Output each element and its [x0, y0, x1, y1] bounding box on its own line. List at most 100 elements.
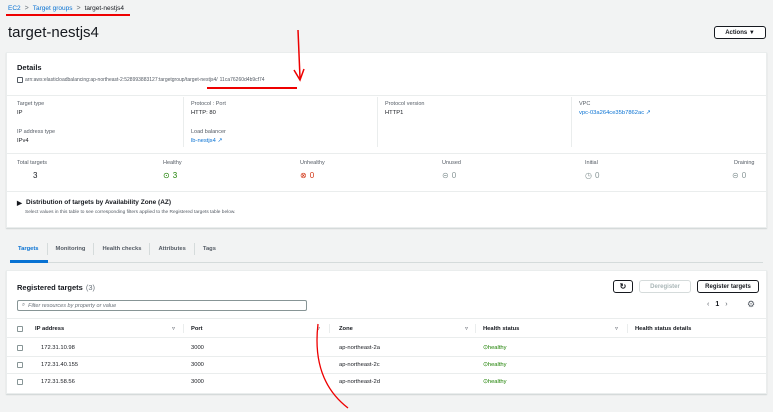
- draining-value: 0: [741, 171, 747, 180]
- healthy-count[interactable]: ⊙ 3: [163, 171, 177, 180]
- circle-icon: ⊝: [442, 171, 449, 180]
- unhealthy-count[interactable]: ⊗ 0: [300, 171, 314, 180]
- distribution-expander[interactable]: ▶ Distribution of targets by Availability…: [17, 199, 171, 207]
- tab-active-indicator: [10, 260, 48, 263]
- distribution-description: Select values in this table to see corre…: [25, 210, 236, 215]
- sort-icon[interactable]: ▿: [615, 325, 618, 332]
- target-type-value: IP: [17, 110, 23, 116]
- health-text: healthy: [487, 379, 507, 385]
- breadcrumb-target-groups[interactable]: Target groups: [33, 5, 73, 12]
- row-checkbox[interactable]: [17, 379, 23, 385]
- column-header-health[interactable]: Health status: [483, 326, 519, 332]
- tab-targets[interactable]: Targets: [10, 243, 48, 255]
- cell-health: ⊙healthy: [483, 362, 507, 368]
- registered-targets-count: (3): [85, 283, 96, 292]
- health-text: healthy: [487, 345, 507, 351]
- caret-right-icon: ▶: [17, 200, 22, 207]
- draining-count[interactable]: ⊝ 0: [732, 171, 746, 180]
- total-targets-label: Total targets: [17, 160, 47, 166]
- protocol-version-label: Protocol version: [385, 101, 425, 107]
- clock-icon: ◷: [585, 171, 592, 180]
- unhealthy-label: Unhealthy: [300, 160, 325, 166]
- next-page-icon[interactable]: ›: [725, 301, 727, 308]
- registered-targets-panel: Registered targets (3) ↻ Deregister Regi…: [6, 270, 767, 394]
- breadcrumb-ec2[interactable]: EC2: [8, 5, 21, 12]
- deregister-button[interactable]: Deregister: [639, 280, 691, 293]
- ip-type-value: IPv4: [17, 138, 29, 144]
- divider: [475, 324, 476, 333]
- unused-value: 0: [451, 171, 457, 180]
- sort-icon[interactable]: ▿: [172, 325, 175, 332]
- vpc-label: VPC: [579, 101, 591, 107]
- tab-monitoring[interactable]: Monitoring: [48, 243, 95, 255]
- select-all-checkbox[interactable]: [17, 326, 23, 332]
- x-circle-icon: ⊗: [300, 171, 307, 180]
- external-link-icon: ↗: [645, 110, 651, 116]
- vpc-link[interactable]: vpc-03a264ce35b7862ac ↗: [579, 110, 651, 116]
- total-targets-value: 3: [33, 171, 38, 180]
- vpc-link-text: vpc-03a264ce35b7862ac: [579, 110, 645, 116]
- divider: [183, 324, 184, 333]
- tab-divider: [10, 262, 763, 263]
- settings-gear-icon[interactable]: ⚙: [747, 299, 755, 310]
- lb-link[interactable]: lb-nestjs4 ↗: [191, 138, 222, 144]
- cell-ip: 172.31.40.155: [41, 362, 79, 368]
- draining-label: Draining: [734, 160, 755, 166]
- tab-attributes[interactable]: Attributes: [150, 243, 195, 255]
- healthy-label: Healthy: [163, 160, 182, 166]
- divider: [183, 97, 184, 147]
- tab-health-checks[interactable]: Health checks: [94, 243, 151, 255]
- check-circle-icon: ⊙: [163, 171, 170, 180]
- unused-label: Unused: [442, 160, 461, 166]
- divider: [627, 324, 628, 333]
- ip-type-label: IP address type: [17, 129, 56, 135]
- copy-icon[interactable]: [17, 77, 23, 83]
- breadcrumb-separator: >: [76, 5, 81, 12]
- distribution-title: Distribution of targets by Availability …: [26, 199, 172, 206]
- initial-count[interactable]: ◷ 0: [585, 171, 599, 180]
- breadcrumb-current: target-nestjs4: [84, 5, 124, 12]
- divider: [7, 191, 766, 192]
- cell-health: ⊙healthy: [483, 379, 507, 385]
- column-header-port[interactable]: Port: [191, 326, 203, 332]
- health-text: healthy: [487, 362, 507, 368]
- page-title: target-nestjs4: [8, 24, 99, 41]
- divider: [7, 373, 766, 374]
- cell-ip: 172.31.10.98: [41, 345, 75, 351]
- protocol-port-value: HTTP: 80: [191, 110, 216, 116]
- sort-icon[interactable]: ▿: [465, 325, 468, 332]
- column-header-health-details[interactable]: Health status details: [635, 326, 691, 332]
- search-input[interactable]: ⌕ Filter resources by property or value: [17, 300, 307, 311]
- arn-prefix: arn:aws:elasticloadbalancing:ap-northeas…: [25, 77, 218, 83]
- tab-bar: Targets Monitoring Health checks Attribu…: [10, 243, 224, 255]
- protocol-version-value: HTTP1: [385, 110, 404, 116]
- cell-port: 3000: [191, 379, 204, 385]
- external-link-icon: ↗: [217, 138, 223, 144]
- column-header-ip[interactable]: IP address: [35, 326, 64, 332]
- page-number[interactable]: 1: [715, 301, 719, 308]
- search-icon: ⌕: [22, 302, 26, 308]
- arn-suffix: 11ca76260d4b9cf74: [219, 77, 265, 83]
- lb-label: Load balancer: [191, 129, 226, 135]
- prev-page-icon[interactable]: ‹: [707, 301, 709, 308]
- cell-port: 3000: [191, 362, 204, 368]
- row-checkbox[interactable]: [17, 362, 23, 368]
- row-checkbox[interactable]: [17, 345, 23, 351]
- divider: [7, 337, 766, 338]
- annotation-underline-breadcrumb: [6, 14, 130, 16]
- divider: [7, 153, 766, 154]
- healthy-value: 3: [172, 171, 178, 180]
- annotation-curve-port: [316, 323, 349, 409]
- register-targets-button[interactable]: Register targets: [697, 280, 759, 293]
- protocol-port-label: Protocol : Port: [191, 101, 226, 107]
- initial-value: 0: [594, 171, 600, 180]
- divider: [571, 97, 572, 147]
- annotation-arrow-arn: [293, 29, 305, 82]
- tab-tags[interactable]: Tags: [195, 243, 224, 255]
- unused-count[interactable]: ⊝ 0: [442, 171, 456, 180]
- registered-targets-title: Registered targets: [17, 283, 83, 292]
- target-type-label: Target type: [17, 101, 45, 107]
- actions-button[interactable]: Actions ▼: [714, 26, 766, 39]
- refresh-button[interactable]: ↻: [613, 280, 633, 293]
- breadcrumb: EC2 > Target groups > target-nestjs4: [8, 5, 124, 12]
